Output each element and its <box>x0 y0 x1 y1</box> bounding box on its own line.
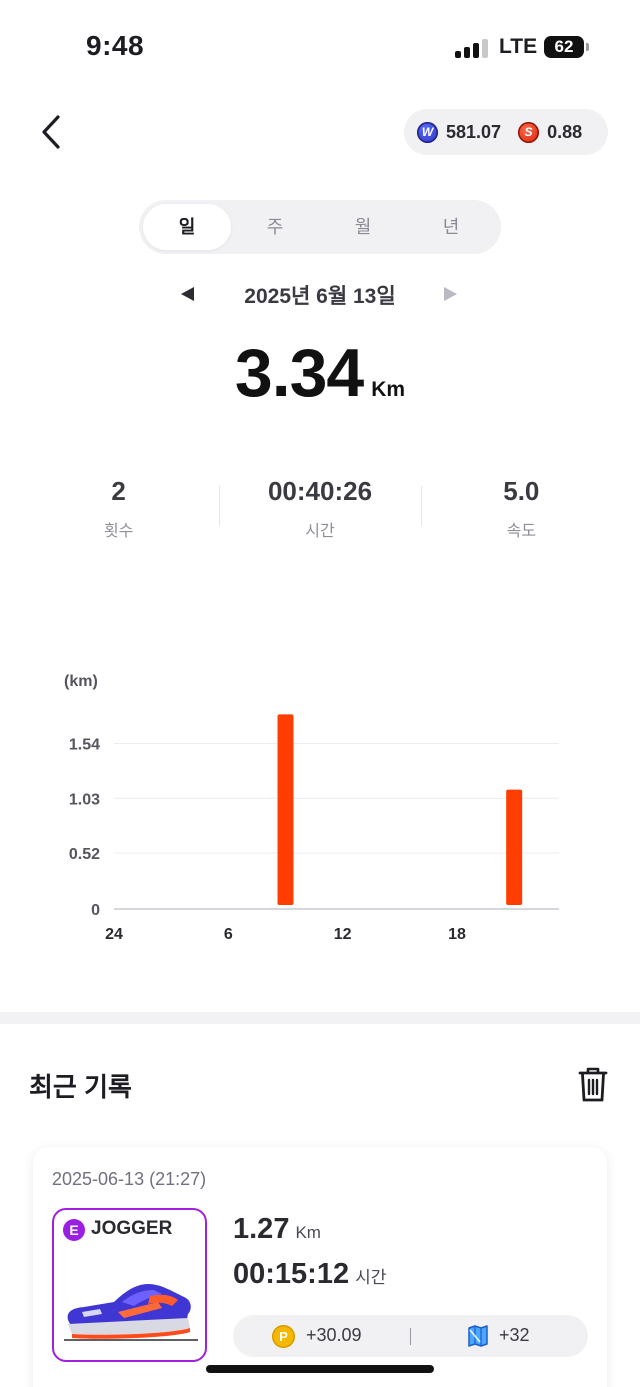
reward-pill: P +30.09 +32 <box>233 1315 588 1357</box>
stat-speed-label: 속도 <box>506 523 537 540</box>
record-card[interactable]: 2025-06-13 (21:27) E JOGGER 1.27 Km 00:15… <box>33 1147 607 1387</box>
s-coin-icon: S <box>518 121 540 143</box>
y-tick-label: 1.03 <box>69 791 100 808</box>
tab-day[interactable]: 일 <box>143 204 231 250</box>
record-time-unit: 시간 <box>355 1268 387 1287</box>
trash-icon <box>578 1067 608 1102</box>
tab-year[interactable]: 년 <box>407 204 495 250</box>
daily-distance-chart: (km) 0 0.52 1.03 1.54 24 6 12 18 <box>64 673 559 943</box>
total-distance-value: 3.34 <box>234 335 364 411</box>
shoe-card[interactable]: E JOGGER <box>52 1208 207 1362</box>
date-navigator: 2025년 6월 13일 <box>0 280 640 312</box>
y-tick-label: 0.52 <box>69 846 100 863</box>
delete-records-button[interactable] <box>576 1066 610 1104</box>
stat-speed: 5.0 속도 <box>420 476 622 540</box>
distance-bar <box>506 789 523 905</box>
balance-pill[interactable]: W 581.07 S 0.88 <box>404 109 608 155</box>
stat-count-label: 횟수 <box>103 523 134 540</box>
status-bar: 9:48 LTE 62 <box>0 0 640 96</box>
stats-row: 2 횟수 00:40:26 시간 5.0 속도 <box>18 476 622 540</box>
x-tick-label: 24 <box>105 926 123 943</box>
x-tick-label: 12 <box>334 926 352 943</box>
record-time: 00:15:12 시간 <box>233 1258 386 1291</box>
y-tick-label: 1.54 <box>69 736 100 753</box>
network-type: LTE <box>499 35 538 58</box>
grade-badge: E <box>63 1219 85 1241</box>
x-tick-label: 6 <box>224 926 233 943</box>
w-coin-icon: W <box>417 121 438 143</box>
map-reward: +32 <box>499 1325 530 1345</box>
period-tabs: 일 주 월 년 <box>139 200 501 254</box>
record-distance: 1.27 Km <box>233 1213 321 1246</box>
record-date: 2025-06-13 (21:27) <box>52 1169 207 1189</box>
total-distance: 3.34 Km <box>0 334 640 412</box>
stat-speed-value: 5.0 <box>503 476 540 506</box>
signal-strength-icon <box>455 38 489 58</box>
date-label: 2025년 6월 13일 <box>244 285 396 308</box>
stat-count: 2 횟수 <box>18 476 219 540</box>
points-earned: +30.09 <box>306 1325 362 1345</box>
record-time-value: 00:15:12 <box>233 1258 350 1290</box>
battery-icon: 62 <box>544 36 584 58</box>
tab-week[interactable]: 주 <box>231 204 319 250</box>
back-chevron-icon <box>42 115 60 149</box>
status-time: 9:48 <box>86 30 145 61</box>
tab-month[interactable]: 월 <box>319 204 407 250</box>
stat-time-value: 00:40:26 <box>267 476 373 506</box>
section-divider <box>0 1012 640 1024</box>
s-balance: 0.88 <box>547 121 583 142</box>
next-date-button[interactable] <box>444 287 457 301</box>
record-distance-unit: Km <box>295 1223 321 1242</box>
distance-bar <box>277 714 294 905</box>
back-button[interactable] <box>36 112 72 152</box>
p-coin-icon: P <box>272 1325 295 1348</box>
home-indicator <box>206 1365 434 1373</box>
recent-records-title: 최근 기록 <box>29 1072 132 1102</box>
total-distance-unit: Km <box>371 378 406 401</box>
x-tick-label: 18 <box>448 926 466 943</box>
y-axis-unit-label: (km) <box>64 673 98 690</box>
shoe-image <box>64 1284 198 1341</box>
record-distance-value: 1.27 <box>233 1213 290 1245</box>
stat-count-value: 2 <box>111 476 126 506</box>
prev-date-button[interactable] <box>181 287 194 301</box>
stat-time-label: 시간 <box>305 523 335 540</box>
reward-separator <box>410 1328 411 1345</box>
shoe-name: JOGGER <box>91 1218 173 1239</box>
w-balance: 581.07 <box>446 121 502 142</box>
battery-cap <box>586 43 589 51</box>
y-tick-label: 0 <box>91 902 100 919</box>
stat-time: 00:40:26 시간 <box>219 476 420 540</box>
map-icon <box>468 1325 488 1347</box>
